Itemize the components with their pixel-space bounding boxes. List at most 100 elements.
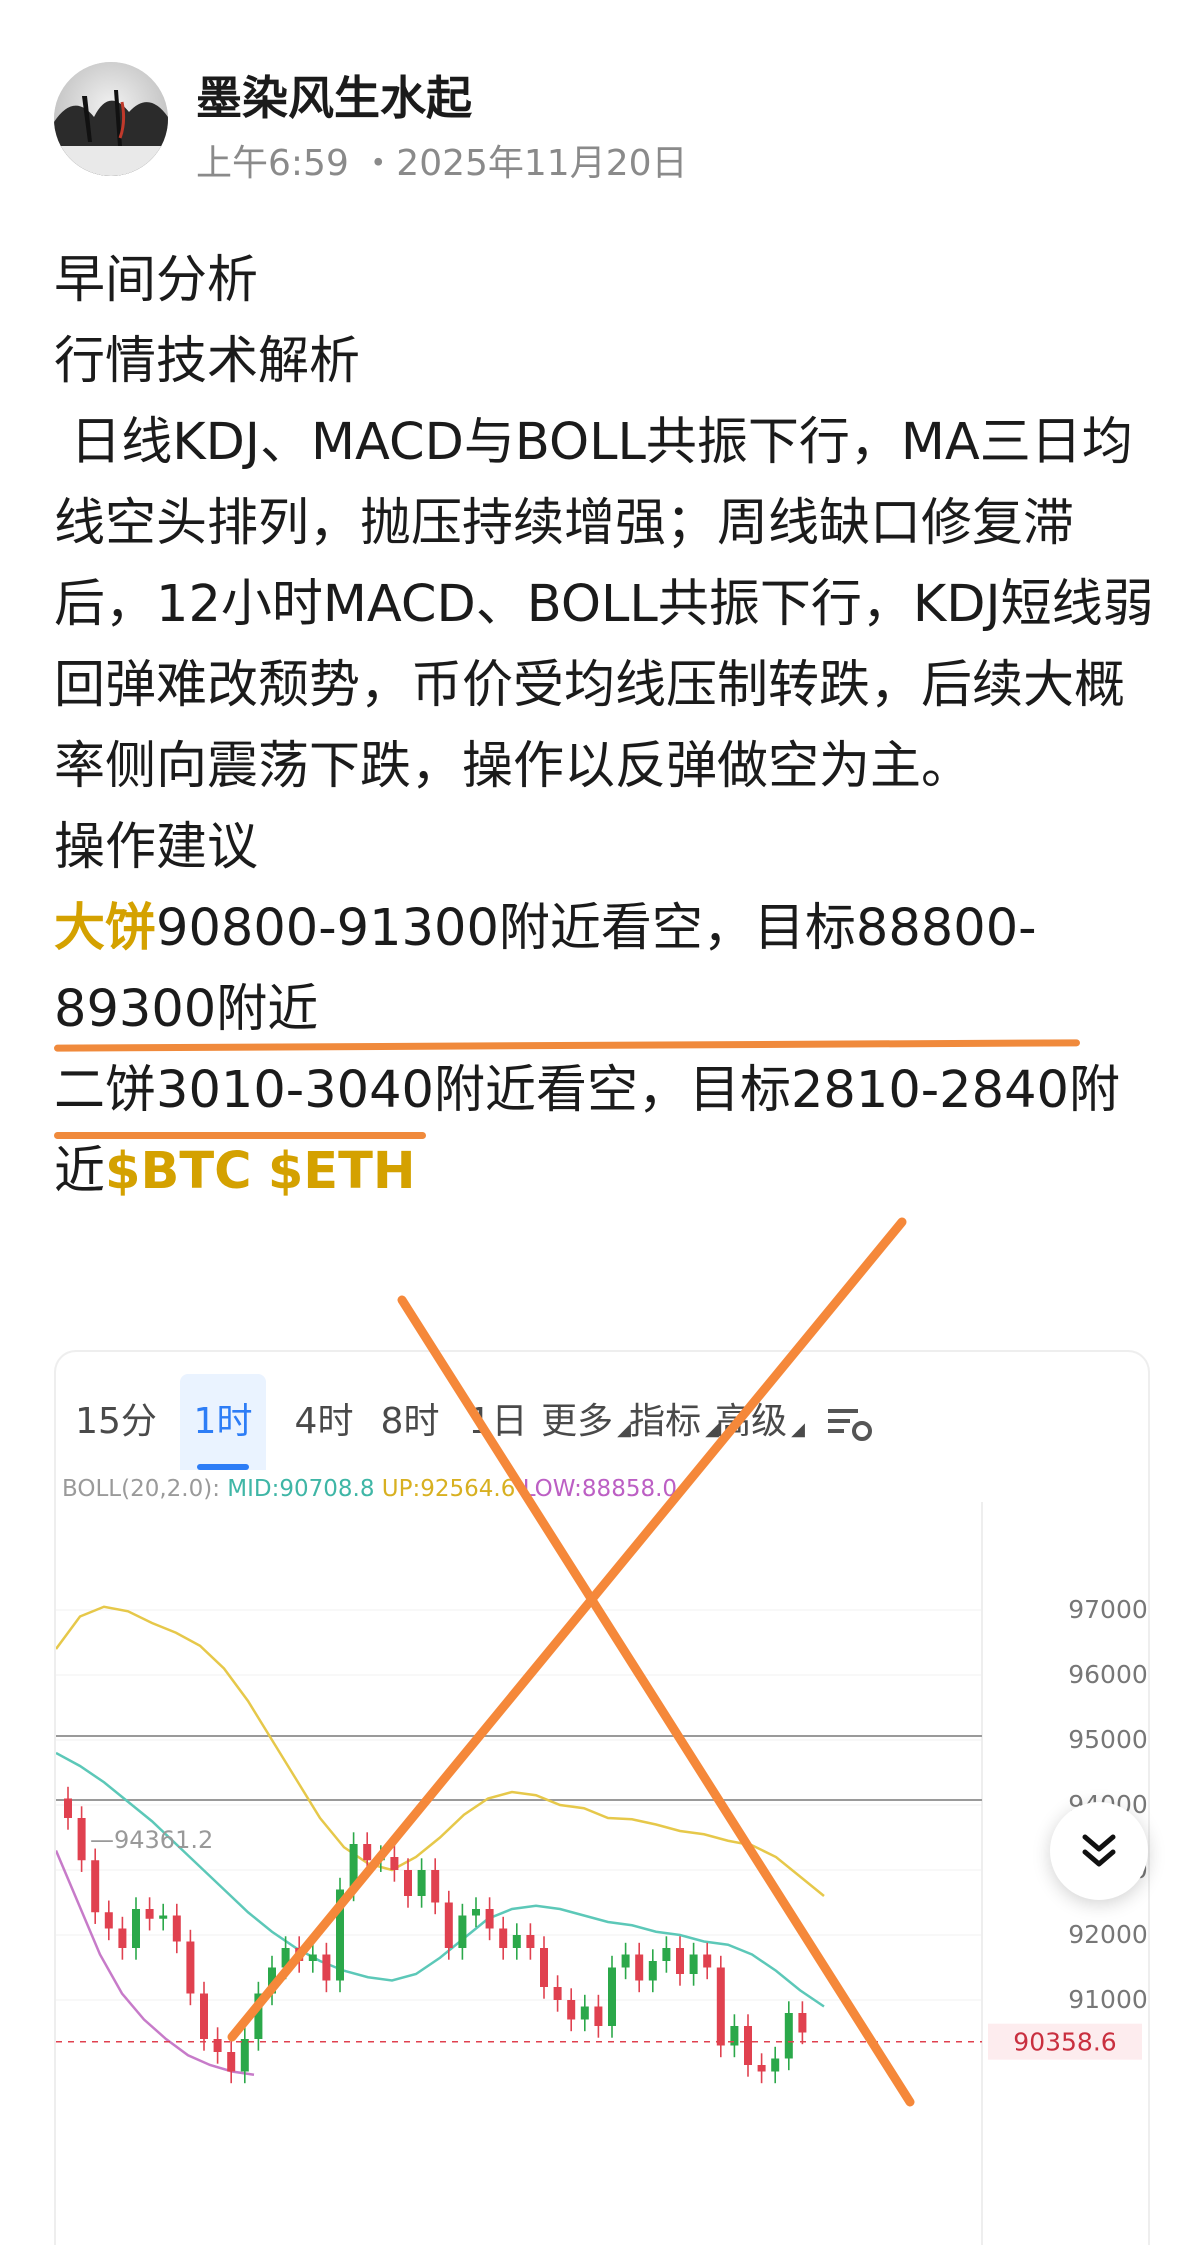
boll-mid: MID:90708.8 [227, 1476, 375, 1502]
candle-body [159, 1915, 168, 1919]
candle-body [268, 1967, 276, 1994]
candle-body [363, 1844, 372, 1861]
post-timestamp: 上午6:59 ・2025年11月20日 [196, 143, 688, 184]
y-tick-label: 92000 [1068, 1920, 1148, 1949]
price-line-label: —94361.2 [90, 1826, 213, 1854]
candle-body [635, 1954, 644, 1981]
double-chevron-down-icon [1082, 1834, 1116, 1867]
y-tick-label: 96000 [1068, 1660, 1148, 1689]
candle-body [784, 2013, 793, 2059]
chart-settings-button[interactable] [806, 1374, 894, 1470]
boll-label: BOLL(20,2.0): [62, 1476, 220, 1502]
candle-body [322, 1954, 331, 1981]
author-name[interactable]: 墨染风生水起 [196, 62, 472, 128]
candle-body [472, 1909, 480, 1916]
candle-body [431, 1870, 440, 1903]
boll-up: UP:92564.6 [381, 1476, 516, 1502]
candle-body [716, 1967, 725, 2046]
candle-body [240, 2039, 249, 2072]
y-tick-label: 91000 [1068, 1985, 1148, 2014]
candle-body [485, 1909, 494, 1929]
boll-legend: BOLL(20,2.0): MID:90708.8 UP:92564.6 LOW… [62, 1476, 677, 1502]
candle-body [404, 1870, 412, 1896]
candle-body [730, 2026, 739, 2046]
candle-body [308, 1954, 317, 1961]
candle-body [744, 2026, 752, 2065]
candle-body [798, 2013, 807, 2033]
tab-1h[interactable]: 1时 [180, 1374, 266, 1470]
candle-body [376, 1857, 385, 1861]
candle-body [390, 1857, 399, 1870]
candle-body [254, 1993, 263, 2039]
candle-body [567, 2000, 576, 2020]
author-avatar[interactable] [54, 62, 168, 176]
boll-mid-line [56, 1751, 825, 2008]
active-tab-indicator [197, 1464, 249, 1470]
candle-body [227, 2052, 236, 2072]
candle-body [104, 1912, 113, 1929]
boll-low: LOW:88858.0 [522, 1476, 678, 1502]
post-btc-advice: 大饼90800-91300附近看空，目标88800-89300附近 [54, 888, 1164, 1050]
candle-body [444, 1902, 453, 1948]
candle-body [771, 2058, 780, 2072]
y-tick-label: 95000 [1068, 1725, 1148, 1754]
post-content: 早间分析 行情技术解析 日线KDJ、MACD与BOLL共振下行，MA三日均线空头… [54, 240, 1164, 1212]
candle-body [172, 1915, 181, 1942]
candle-body [621, 1954, 630, 1968]
settings-list-icon [828, 1409, 872, 1441]
tab-8h[interactable]: 8时 [362, 1374, 458, 1470]
y-tick-label: 97000 [1068, 1595, 1148, 1624]
candle-body [676, 1948, 684, 1974]
candle-body [580, 2006, 589, 2020]
tag-btc[interactable]: $BTC [105, 1142, 252, 1201]
chart-interval-tabs: 15分 1时 4时 8时 1日 更多 ◢ 指标 ◢ 高级 ◢ [56, 1352, 1148, 1472]
candle-body [417, 1870, 426, 1896]
candle-body [64, 1798, 72, 1818]
scroll-down-button[interactable] [1050, 1802, 1148, 1900]
candle-body [526, 1935, 535, 1948]
candlestick-plot[interactable]: 97000960009500094000930009200091000—9436… [56, 1502, 1148, 2245]
dropdown-triangle-icon: ◢ [791, 1419, 805, 1440]
price-chart-card: 15分 1时 4时 8时 1日 更多 ◢ 指标 ◢ 高级 ◢ BOLL(20,2.0)… [54, 1350, 1150, 2245]
post-eth-advice: 二饼3010-3040附近看空，目标2810-2840附近$BTC $ETH [54, 1050, 1164, 1212]
candle-body [458, 1915, 467, 1948]
candle-body [553, 1987, 562, 2000]
candle-body [512, 1935, 521, 1948]
candle-body [145, 1909, 154, 1919]
post-advice-title: 操作建议 [54, 818, 259, 877]
tab-indicators[interactable]: 指标 ◢ [626, 1374, 722, 1470]
candle-body [349, 1844, 358, 1890]
candle-body [540, 1948, 548, 1987]
tab-1d[interactable]: 1日 [448, 1374, 548, 1470]
candle-body [608, 1967, 616, 2026]
tab-4h[interactable]: 4时 [276, 1374, 372, 1470]
candle-body [499, 1928, 508, 1948]
post-line-title: 早间分析 [54, 251, 259, 310]
plot-grid [56, 1502, 983, 2245]
candle-body [77, 1818, 86, 1861]
avatar-image [54, 62, 168, 176]
candle-body [186, 1941, 195, 1994]
current-price-label: 90358.6 [1013, 2028, 1116, 2057]
candle-body [118, 1928, 127, 1948]
candle-body [281, 1948, 290, 1968]
candle-body [662, 1948, 671, 1961]
candle-body [689, 1954, 698, 1974]
post-line-subtitle: 行情技术解析 [54, 332, 361, 391]
candle-body [295, 1948, 304, 1961]
candle-body [703, 1954, 712, 1968]
btc-advice-text: 90800-91300附近看空，目标88800-89300附近 [54, 899, 1037, 1039]
tab-15m[interactable]: 15分 [66, 1374, 166, 1470]
highlight-underline-2 [54, 1132, 426, 1139]
candle-body [648, 1961, 657, 1981]
candle-body [757, 2065, 766, 2072]
candle-body [336, 1889, 344, 1981]
candle-body [594, 2006, 603, 2026]
btc-label: 大饼 [54, 899, 157, 958]
tab-advanced[interactable]: 高级 ◢ [712, 1374, 808, 1470]
tag-eth[interactable]: $ETH [268, 1142, 416, 1201]
tab-more[interactable]: 更多 ◢ [538, 1374, 634, 1470]
candle-body [132, 1909, 140, 1948]
candle-body [91, 1860, 100, 1913]
candle-body [200, 1993, 208, 2039]
